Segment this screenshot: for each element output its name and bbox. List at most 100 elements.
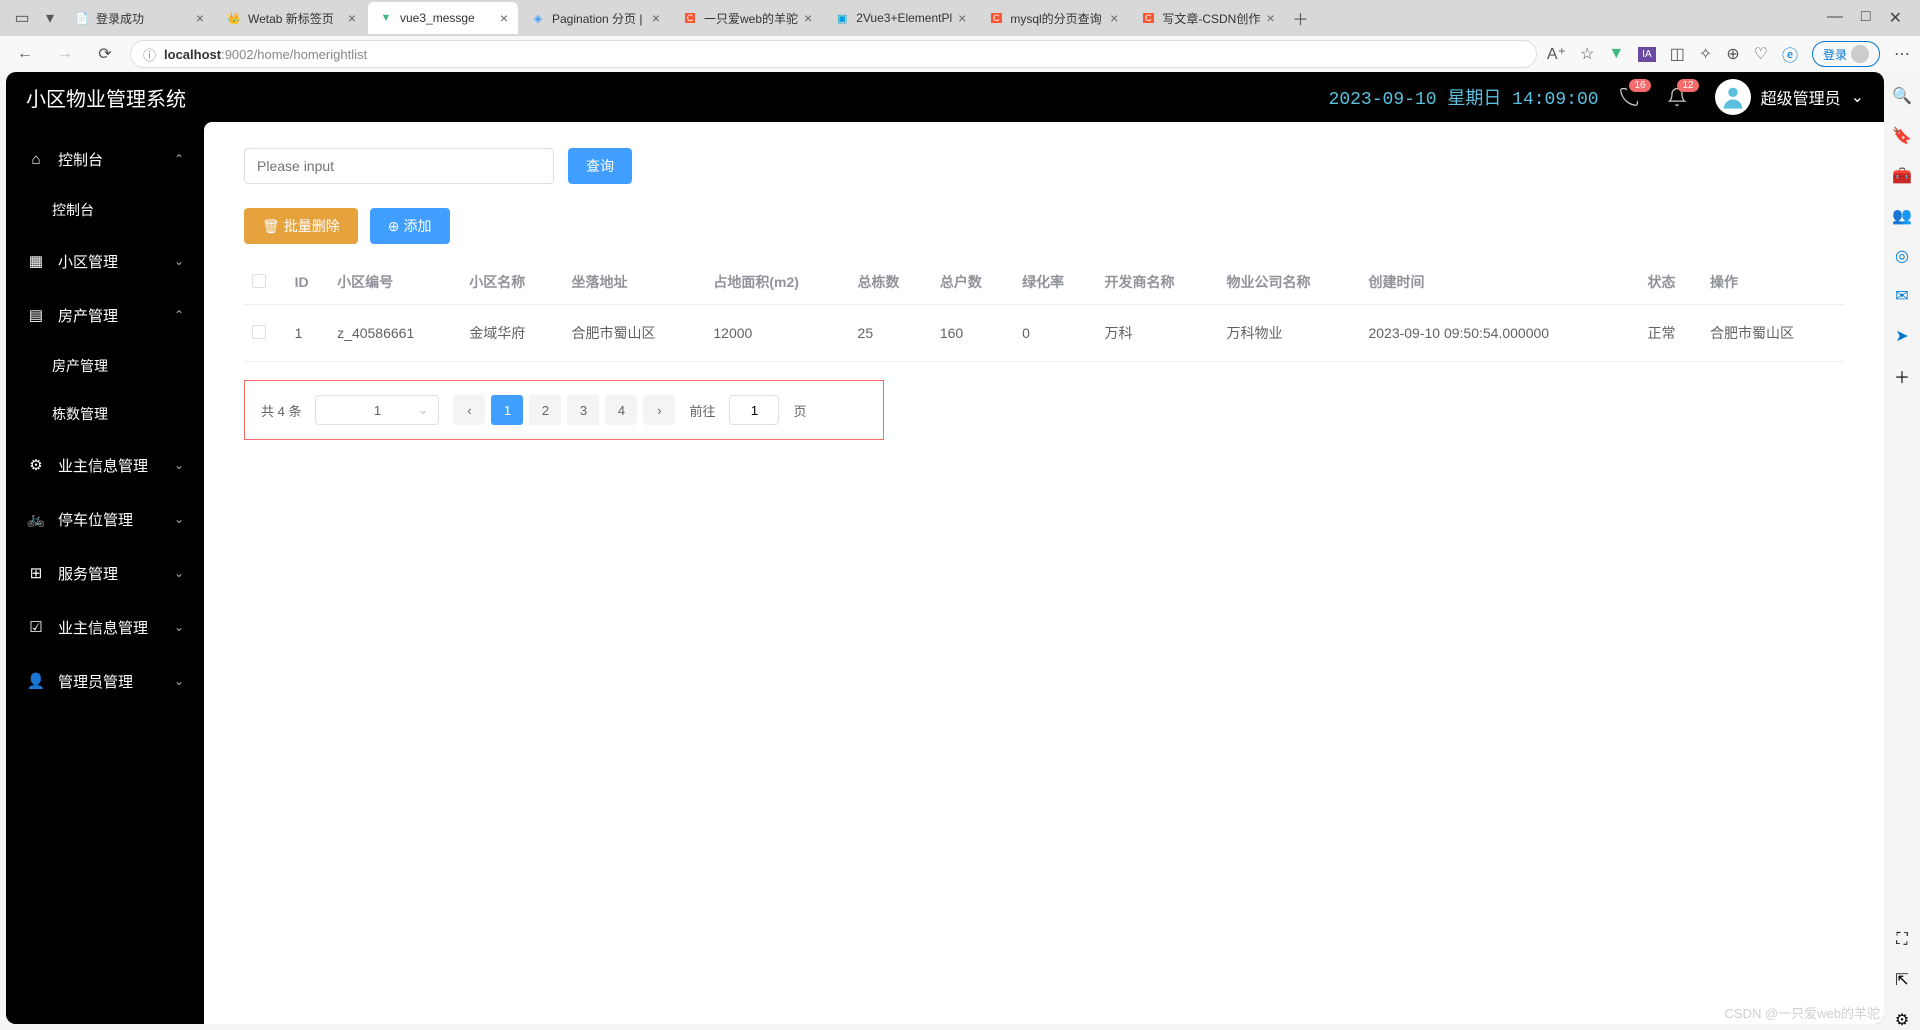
tab-favicon-icon: 👑 [226, 10, 242, 26]
read-aloud-icon[interactable]: A⁺ [1547, 44, 1566, 64]
performance-icon[interactable]: ♡ [1754, 44, 1768, 64]
chevron-icon: ⌄ [174, 254, 184, 268]
edge-screenshot-icon[interactable]: ⛶ [1892, 930, 1912, 950]
browser-tab[interactable]: ▼vue3_messge× [368, 2, 518, 34]
trash-icon: 🗑 [262, 218, 280, 235]
tab-close-icon[interactable]: × [1110, 10, 1118, 26]
sidebar-item[interactable]: ⊞服务管理⌄ [6, 546, 204, 600]
tab-list-icon[interactable]: ▾ [36, 4, 64, 32]
url-input[interactable]: ⓘ localhost:9002/home/homerightlist [130, 40, 1537, 68]
sidebar-item[interactable]: ☑业主信息管理⌄ [6, 600, 204, 654]
sidebar-subitem[interactable]: 栋数管理 [6, 390, 204, 438]
tab-close-icon[interactable]: × [804, 10, 812, 26]
edge-send-icon[interactable]: ➤ [1892, 326, 1912, 346]
browser-tab[interactable]: ◈Pagination 分页 |× [520, 2, 670, 34]
tab-close-icon[interactable]: × [1266, 10, 1274, 26]
new-tab-button[interactable]: ＋ [1287, 4, 1315, 32]
collections-icon[interactable]: ✧ [1699, 44, 1712, 64]
batch-delete-label: 批量删除 [284, 216, 340, 236]
table-header: 小区名称 [461, 260, 563, 305]
tab-favicon-icon: C [988, 10, 1004, 26]
edge-tag-icon[interactable]: 🔖 [1892, 126, 1912, 146]
user-menu[interactable]: 超级管理员 ⌄ [1715, 79, 1864, 115]
edge-add-icon[interactable]: ＋ [1892, 366, 1912, 386]
browser-tab[interactable]: ▣2Vue3+ElementPl× [824, 2, 976, 34]
edge-outlook-icon[interactable]: ✉ [1892, 286, 1912, 306]
table-cell [244, 305, 287, 362]
tab-close-icon[interactable]: × [500, 10, 508, 26]
tab-close-icon[interactable]: × [196, 10, 204, 26]
table-header: 总户数 [932, 260, 1014, 305]
sidebar-item[interactable]: ⌂控制台⌃ [6, 132, 204, 186]
menu-label: 业主信息管理 [58, 455, 148, 476]
browser-tab[interactable]: C一只爱web的羊驼× [672, 2, 822, 34]
page-button[interactable]: 2 [529, 395, 561, 425]
sidebar-item[interactable]: ▦小区管理⌄ [6, 234, 204, 288]
tab-title: 一只爱web的羊驼 [704, 10, 798, 27]
ie-mode-icon[interactable]: ⓔ [1782, 42, 1798, 66]
sidebar-subitem[interactable]: 房产管理 [6, 342, 204, 390]
window-maximize-icon[interactable]: □ [1861, 8, 1871, 28]
page-button[interactable]: 3 [567, 395, 599, 425]
chevron-icon: ⌄ [174, 674, 184, 688]
goto-input[interactable] [729, 395, 779, 425]
sidebar-item[interactable]: ▤房产管理⌃ [6, 288, 204, 342]
edge-search-icon[interactable]: 🔍 [1892, 86, 1912, 106]
browser-tab[interactable]: Cmysql的分页查询× [978, 2, 1128, 34]
app-header: 小区物业管理系统 2023-09-10 星期日 14:09:00 16 12 超… [6, 72, 1884, 122]
prev-page-button[interactable]: ‹ [453, 395, 485, 425]
edge-settings-icon[interactable]: ⚙ [1892, 1010, 1912, 1030]
window-minimize-icon[interactable]: ― [1827, 8, 1843, 28]
favorite-icon[interactable]: ☆ [1580, 44, 1594, 64]
login-button[interactable]: 登录 [1812, 41, 1880, 67]
table-cell: 合肥市蜀山区 [563, 305, 705, 362]
checkbox[interactable] [252, 274, 266, 288]
menu-label: 小区管理 [58, 251, 118, 272]
url-host: localhost [164, 47, 221, 62]
edge-people-icon[interactable]: 👥 [1892, 206, 1912, 226]
table-cell: 160 [932, 305, 1014, 362]
next-page-button[interactable]: › [643, 395, 675, 425]
table-header: 总栋数 [850, 260, 932, 305]
search-input[interactable] [244, 148, 554, 184]
tab-close-icon[interactable]: × [652, 10, 660, 26]
query-button[interactable]: 查询 [568, 148, 632, 184]
apps-icon[interactable]: ⊕ [1726, 44, 1739, 64]
tab-title: 登录成功 [96, 10, 190, 27]
window-close-icon[interactable]: ✕ [1889, 8, 1902, 28]
page-button[interactable]: 1 [491, 395, 523, 425]
sidebar-item[interactable]: 👤管理员管理⌄ [6, 654, 204, 708]
sidebar-subitem[interactable]: 控制台 [6, 186, 204, 234]
add-label: 添加 [404, 216, 432, 236]
notification-bell-icon[interactable]: 12 [1667, 87, 1687, 107]
menu-label: 业主信息管理 [58, 617, 148, 638]
edge-share-icon[interactable]: ⇱ [1892, 970, 1912, 990]
back-button[interactable]: ← [10, 39, 40, 69]
browser-tab[interactable]: 📄登录成功× [64, 2, 214, 34]
add-button[interactable]: ⊕ 添加 [370, 208, 450, 244]
more-icon[interactable]: ⋯ [1894, 44, 1910, 64]
vue-devtools-icon[interactable]: ▼ [1608, 45, 1624, 63]
menu-label: 停车位管理 [58, 509, 133, 530]
browser-tab[interactable]: C写文章-CSDN创作× [1130, 2, 1284, 34]
page-size-select[interactable]: 1 [315, 395, 439, 425]
refresh-button[interactable]: ⟳ [90, 39, 120, 69]
extension-icon[interactable]: IA [1638, 47, 1655, 62]
checkbox[interactable] [252, 325, 266, 339]
tab-spaces-icon[interactable]: ▭ [8, 4, 36, 32]
split-icon[interactable]: ◫ [1670, 44, 1685, 64]
tab-close-icon[interactable]: × [958, 10, 966, 26]
page-button[interactable]: 4 [605, 395, 637, 425]
sidebar-item[interactable]: 🚲停车位管理⌄ [6, 492, 204, 546]
batch-delete-button[interactable]: 🗑 批量删除 [244, 208, 358, 244]
edge-copilot-icon[interactable]: ◎ [1892, 246, 1912, 266]
table-header: 坐落地址 [563, 260, 705, 305]
sidebar-item[interactable]: ⚙业主信息管理⌄ [6, 438, 204, 492]
table-cell: 12000 [705, 305, 849, 362]
tab-close-icon[interactable]: × [348, 10, 356, 26]
chevron-icon: ⌄ [174, 566, 184, 580]
notification-phone-icon[interactable]: 16 [1619, 87, 1639, 107]
browser-tab[interactable]: 👑Wetab 新标签页× [216, 2, 366, 34]
table-header: 开发商名称 [1096, 260, 1218, 305]
edge-toolbox-icon[interactable]: 🧰 [1892, 166, 1912, 186]
